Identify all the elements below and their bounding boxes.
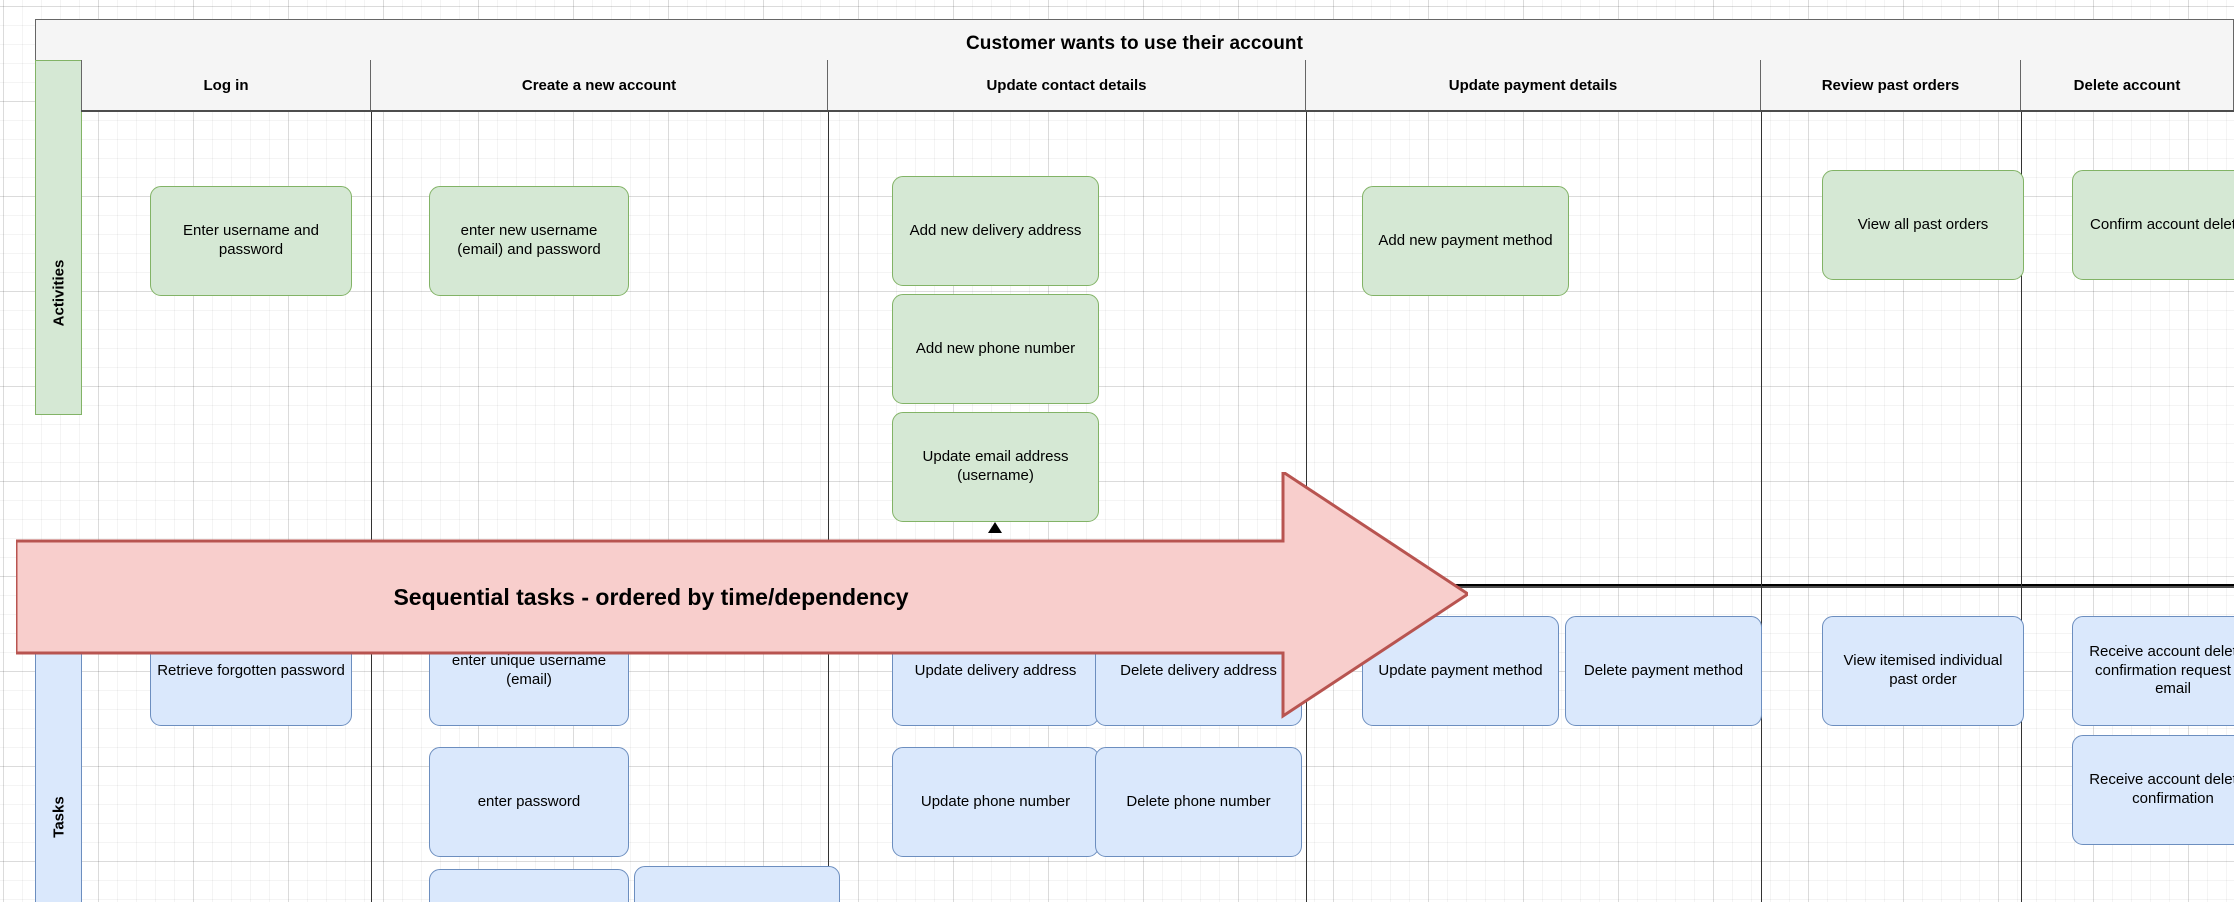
activity-add-new-payment-method[interactable]: Add new payment method — [1362, 186, 1569, 296]
task-delete-payment-method[interactable]: Delete payment method — [1565, 616, 1762, 726]
column-header-create-a-new-account[interactable]: Create a new account — [371, 60, 828, 110]
task-view-itemised-individual-past-order[interactable]: View itemised individual past order — [1822, 616, 2024, 726]
task-update-payment-method[interactable]: Update payment method — [1362, 616, 1559, 726]
task-set-account-recovery[interactable]: set account recovery — [429, 869, 629, 902]
diagram-canvas: Customer wants to use their account Acti… — [0, 0, 2234, 902]
task-set-two-factor-authentication[interactable]: set two-factor authentication — [634, 866, 840, 902]
column-separator-3 — [1306, 112, 1307, 902]
task-receive-account-deletion-confirmation[interactable]: Receive account deletion confirmation — [2072, 735, 2234, 845]
lane-label-activities: Activities — [50, 259, 67, 326]
column-separator-1 — [371, 112, 372, 902]
activity-update-email-address[interactable]: Update email address (username) — [892, 412, 1099, 522]
activity-add-new-phone-number[interactable]: Add new phone number — [892, 294, 1099, 404]
column-separator-2 — [828, 112, 829, 902]
activity-confirm-account-deletion[interactable]: Confirm account deletion — [2072, 170, 2234, 280]
lane-activities: Activities — [35, 60, 82, 415]
column-header-log-in[interactable]: Log in — [81, 60, 371, 110]
task-update-phone-number[interactable]: Update phone number — [892, 747, 1099, 857]
activity-enter-new-username-and-password[interactable]: enter new username (email) and password — [429, 186, 629, 296]
column-header-delete-account[interactable]: Delete account — [2021, 60, 2234, 110]
column-headers: Log in Create a new account Update conta… — [81, 60, 2234, 112]
column-separator-4 — [1761, 112, 1762, 902]
activity-enter-username-and-password[interactable]: Enter username and password — [150, 186, 352, 296]
column-header-update-contact-details[interactable]: Update contact details — [828, 60, 1306, 110]
lane-body-activities — [81, 60, 2234, 586]
sequential-tasks-label: Sequential tasks - ordered by time/depen… — [393, 583, 909, 610]
task-delete-phone-number[interactable]: Delete phone number — [1095, 747, 1302, 857]
lane-label-tasks: Tasks — [50, 795, 67, 838]
task-receive-deletion-confirmation-request[interactable]: Receive account deletion confirmation re… — [2072, 616, 2234, 726]
activity-add-new-delivery-address[interactable]: Add new delivery address — [892, 176, 1099, 286]
dependency-up-arrow-icon — [988, 522, 1002, 533]
column-header-review-past-orders[interactable]: Review past orders — [1761, 60, 2021, 110]
activity-view-all-past-orders[interactable]: View all past orders — [1822, 170, 2024, 280]
task-enter-password[interactable]: enter password — [429, 747, 629, 857]
column-header-update-payment-details[interactable]: Update payment details — [1306, 60, 1761, 110]
